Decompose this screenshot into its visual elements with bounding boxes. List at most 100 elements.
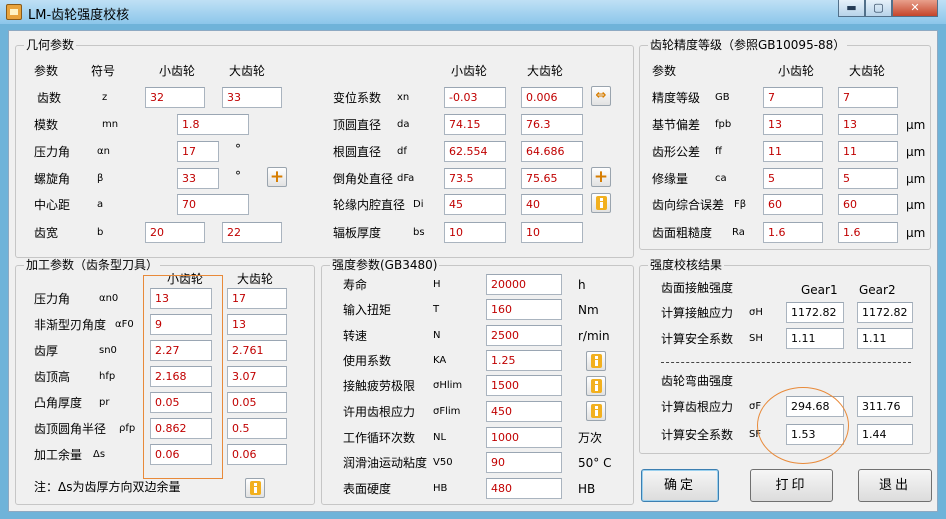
small-gear-input[interactable]: 13	[763, 114, 823, 135]
ok-button[interactable]: 确定	[641, 469, 719, 502]
large-gear-input[interactable]: 22	[222, 222, 282, 243]
acc-label: 齿形公差	[652, 145, 701, 159]
strength-input[interactable]: 20000	[486, 274, 562, 295]
acc-symbol: Fβ	[734, 199, 747, 210]
info-button[interactable]	[586, 376, 606, 396]
large-gear-input[interactable]: 13	[838, 114, 898, 135]
result-value[interactable]: 1.11	[786, 328, 844, 349]
strength-input[interactable]: 1.25	[486, 350, 562, 371]
plus-icon: +	[593, 167, 609, 187]
result-value[interactable]: 1172.82	[786, 302, 844, 323]
bending-strength-title: 齿轮弯曲强度	[661, 374, 734, 388]
strength-input[interactable]: 90	[486, 452, 562, 473]
mach-symbol: αn0	[99, 293, 119, 304]
large-gear-input[interactable]: 0.05	[227, 392, 287, 413]
acc-symbol: ca	[715, 173, 727, 184]
small-gear-input[interactable]: 70	[177, 194, 249, 215]
swap-button[interactable]: ⇔	[591, 86, 611, 106]
large-gear-input[interactable]: 0.5	[227, 418, 287, 439]
large-gear-input[interactable]: 10	[521, 222, 583, 243]
geom-label: 辐板厚度	[333, 226, 382, 240]
info-button[interactable]	[586, 401, 606, 421]
large-gear-input[interactable]: 0.06	[227, 444, 287, 465]
small-gear-input[interactable]: 20	[145, 222, 205, 243]
close-button[interactable]: ✕	[892, 0, 938, 17]
strength-input[interactable]: 160	[486, 299, 562, 320]
acc-symbol: GB	[715, 92, 730, 103]
strength-label: 寿命	[343, 278, 368, 292]
result-value[interactable]: 1.11	[857, 328, 913, 349]
small-gear-input[interactable]: 17	[177, 141, 219, 162]
small-gear-input[interactable]: 33	[177, 168, 219, 189]
strength-label: 接触疲劳极限	[343, 379, 416, 393]
small-gear-input[interactable]: 5	[763, 168, 823, 189]
add-button[interactable]: +	[267, 167, 287, 187]
large-gear-input[interactable]: 75.65	[521, 168, 583, 189]
small-gear-input[interactable]: 62.554	[444, 141, 506, 162]
geom-label: 轮缘内腔直径	[333, 198, 406, 212]
strength-input[interactable]: 480	[486, 478, 562, 499]
small-gear-input[interactable]: 32	[145, 87, 205, 108]
strength-symbol: σHlim	[433, 380, 463, 391]
result-label: 计算接触应力	[661, 306, 734, 320]
large-gear-input[interactable]: 3.07	[227, 366, 287, 387]
mach-label: 压力角	[34, 292, 71, 306]
strength-input[interactable]: 1500	[486, 375, 562, 396]
large-gear-input[interactable]: 60	[838, 194, 898, 215]
add-button[interactable]: +	[591, 167, 611, 187]
strength-unit: 50° C	[578, 456, 612, 470]
minimize-button[interactable]: ▬	[838, 0, 865, 17]
small-gear-input[interactable]: -0.03	[444, 87, 506, 108]
result-value[interactable]: 1172.82	[857, 302, 913, 323]
geom-header-symbol: 符号	[91, 64, 116, 78]
acc-label: 齿向综合误差	[652, 198, 725, 212]
large-gear-input[interactable]: 11	[838, 141, 898, 162]
small-gear-input[interactable]: 11	[763, 141, 823, 162]
strength-input[interactable]: 1000	[486, 427, 562, 448]
info-button[interactable]	[245, 478, 265, 498]
strength-symbol: N	[433, 330, 441, 341]
large-gear-input[interactable]: 17	[227, 288, 287, 309]
mach-label: 齿顶圆角半径	[34, 422, 107, 436]
large-gear-input[interactable]: 40	[521, 194, 583, 215]
unit-micron: μm	[906, 172, 926, 186]
print-button[interactable]: 打印	[750, 469, 833, 502]
machining-group-title: 加工参数（齿条型刀具）	[24, 258, 161, 272]
large-gear-input[interactable]: 2.761	[227, 340, 287, 361]
acc-symbol: ff	[715, 146, 722, 157]
large-gear-input[interactable]: 1.6	[838, 222, 898, 243]
highlight-rectangle	[143, 275, 223, 479]
small-gear-input[interactable]: 60	[763, 194, 823, 215]
large-gear-input[interactable]: 13	[227, 314, 287, 335]
large-gear-input[interactable]: 7	[838, 87, 898, 108]
large-gear-input[interactable]: 33	[222, 87, 282, 108]
geom-label: 根圆直径	[333, 145, 382, 159]
small-gear-input[interactable]: 73.5	[444, 168, 506, 189]
small-gear-input[interactable]: 1.8	[177, 114, 249, 135]
small-gear-input[interactable]: 10	[444, 222, 506, 243]
small-gear-input[interactable]: 7	[763, 87, 823, 108]
large-gear-input[interactable]: 64.686	[521, 141, 583, 162]
large-gear-input[interactable]: 0.006	[521, 87, 583, 108]
small-gear-input[interactable]: 45	[444, 194, 506, 215]
strength-unit: r/min	[578, 329, 610, 343]
info-button[interactable]	[591, 193, 611, 213]
mach-symbol: hfp	[99, 371, 116, 382]
large-gear-input[interactable]: 76.3	[521, 114, 583, 135]
small-gear-input[interactable]: 1.6	[763, 222, 823, 243]
result-value[interactable]: 311.76	[857, 396, 913, 417]
info-button[interactable]	[586, 351, 606, 371]
unit-micron: μm	[906, 145, 926, 159]
result-value[interactable]: 1.44	[857, 424, 913, 445]
strength-symbol: H	[433, 279, 441, 290]
geom-label: 顶圆直径	[333, 118, 382, 132]
exit-button[interactable]: 退出	[858, 469, 932, 502]
small-gear-input[interactable]: 74.15	[444, 114, 506, 135]
large-gear-input[interactable]: 5	[838, 168, 898, 189]
maximize-button[interactable]: ▢	[865, 0, 892, 17]
strength-input[interactable]: 450	[486, 401, 562, 422]
results-divider	[661, 362, 911, 363]
strength-unit: Nm	[578, 303, 599, 317]
info-icon	[249, 481, 261, 495]
strength-input[interactable]: 2500	[486, 325, 562, 346]
